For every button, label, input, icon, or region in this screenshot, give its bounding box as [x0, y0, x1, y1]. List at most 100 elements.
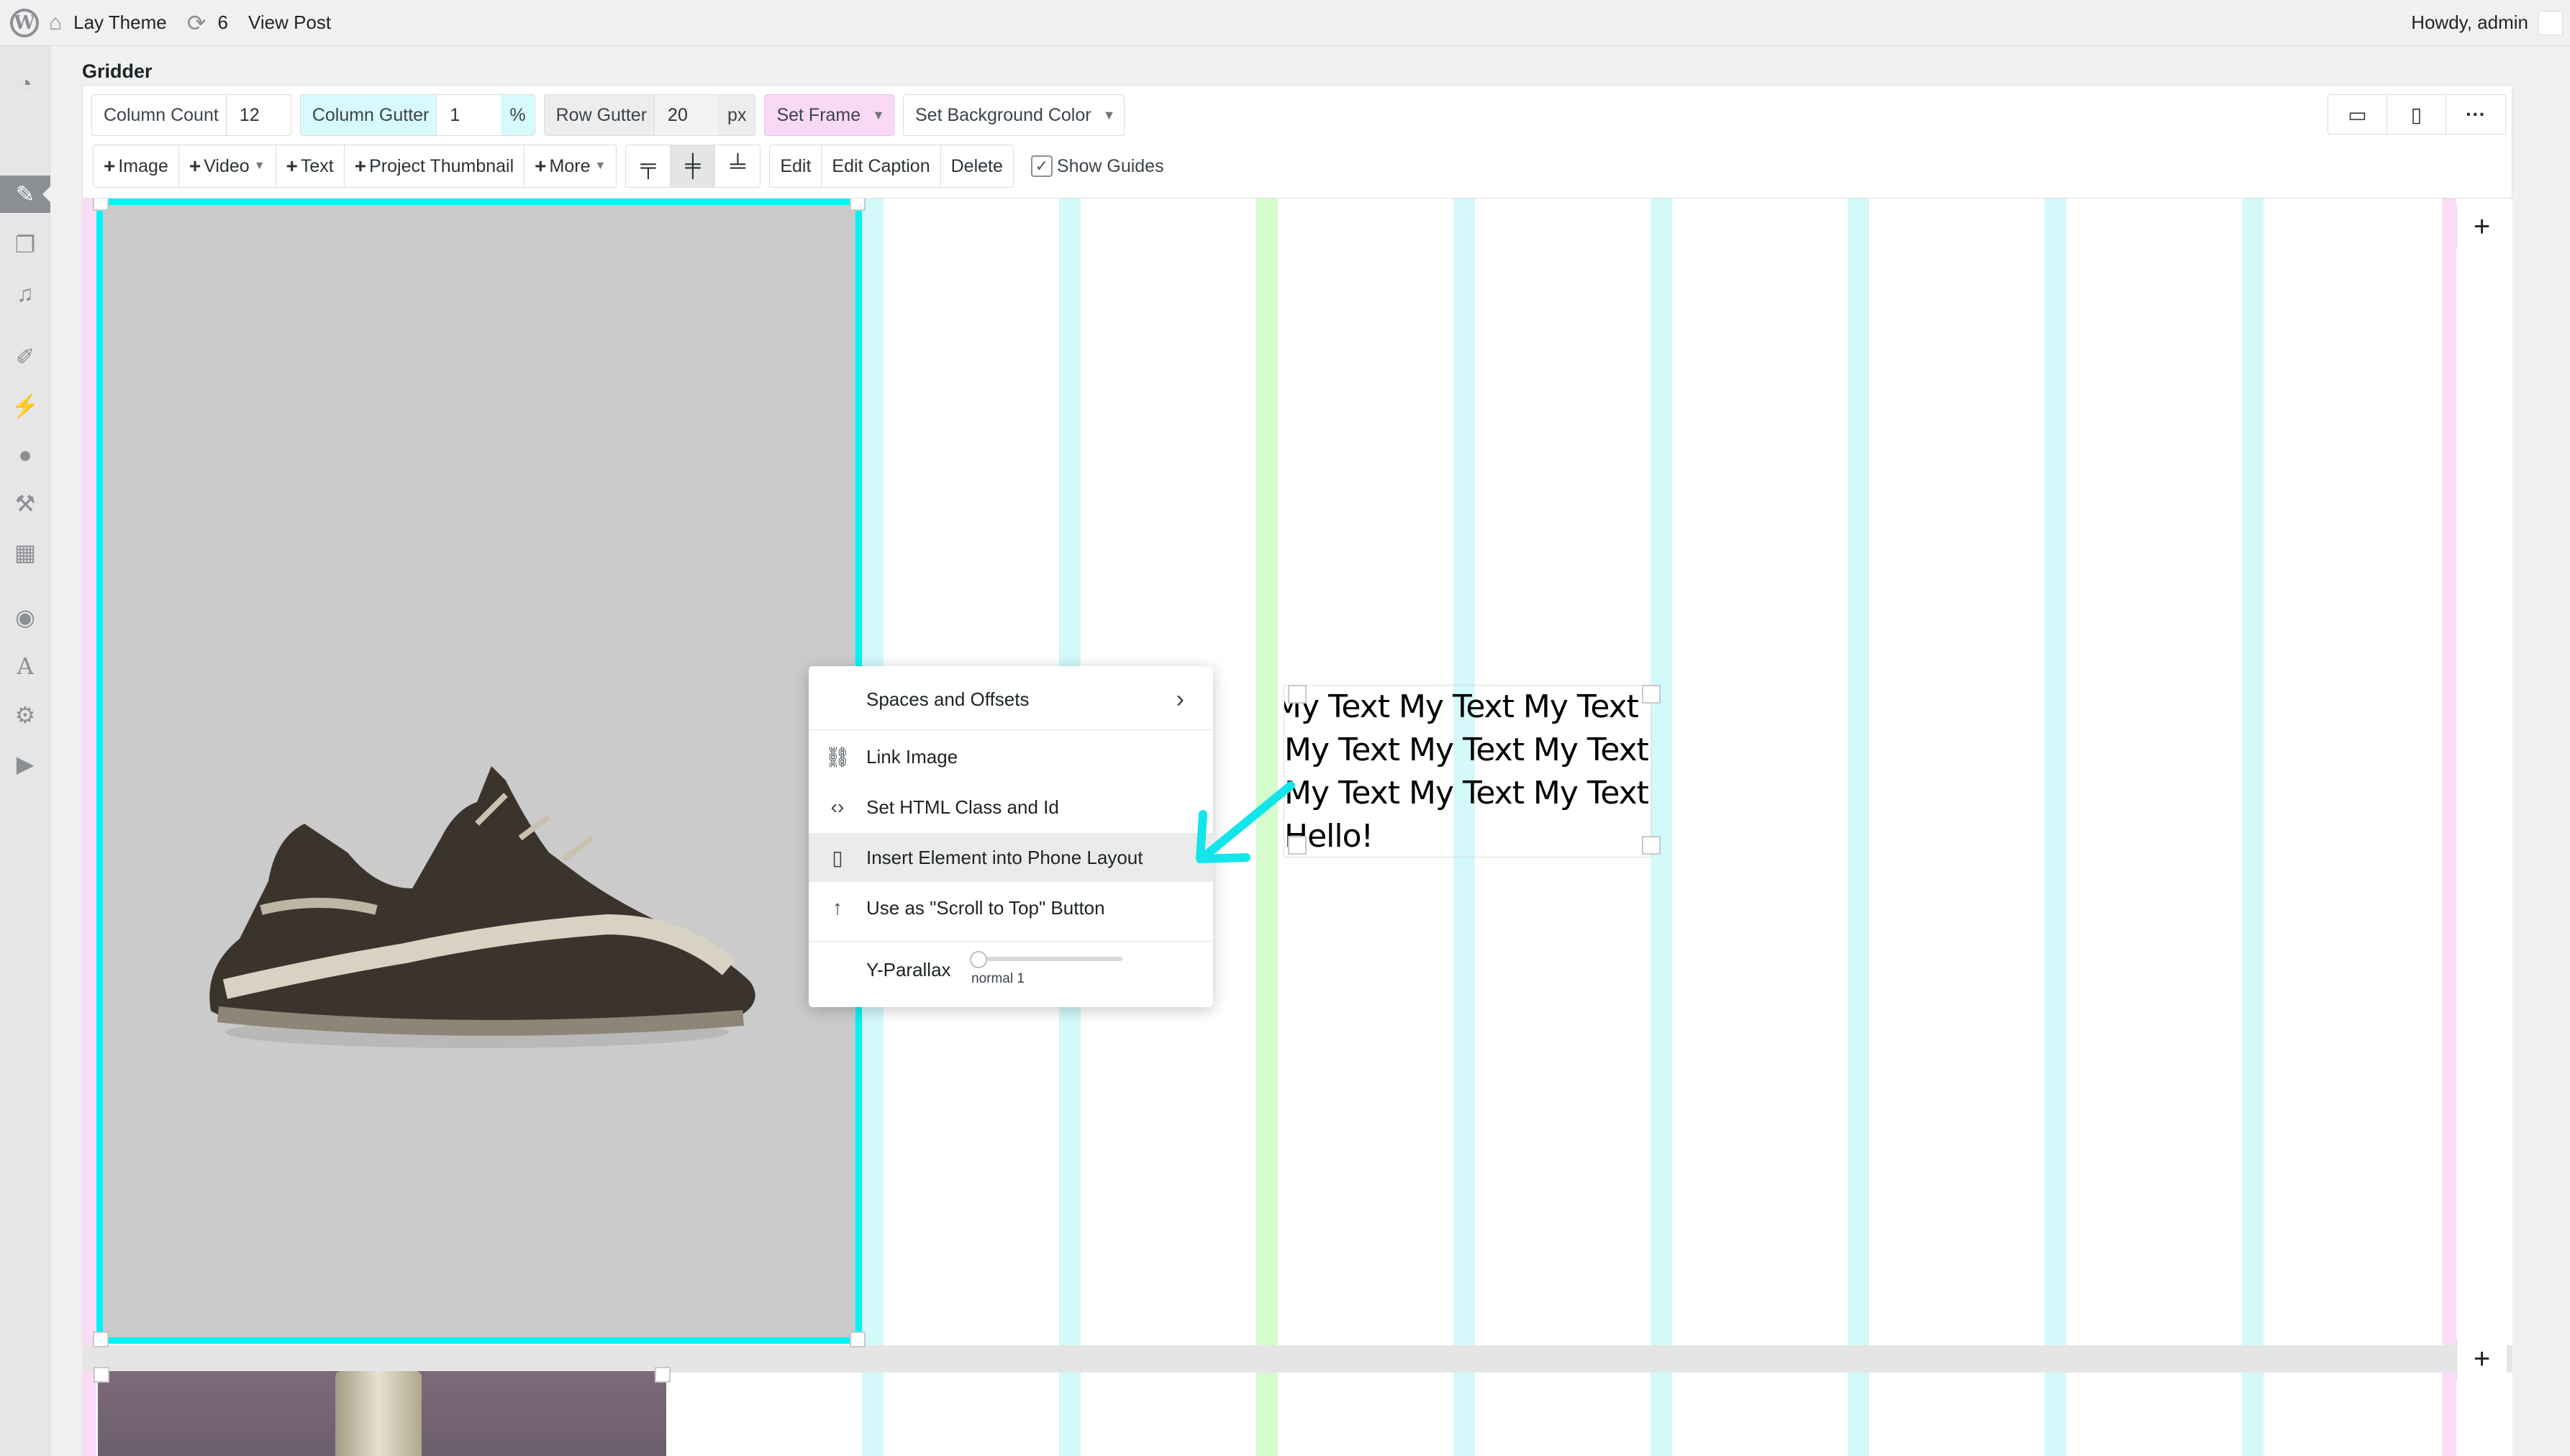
row-gutter-control: Row Gutter 20 px — [543, 94, 756, 136]
text-line: My Text My Text My Text — [1284, 732, 1649, 768]
delete-button[interactable]: Delete — [941, 145, 1013, 187]
row-gutter-input[interactable]: 20 — [654, 95, 719, 135]
plus-icon: + — [354, 155, 367, 177]
pages-icon[interactable]: ❐ — [0, 226, 50, 263]
column-count-control: Column Count 12 — [91, 94, 291, 136]
resize-handle[interactable] — [850, 199, 866, 211]
desktop-monitor-icon[interactable]: ▭ — [2328, 95, 2387, 134]
media-icon[interactable]: ♫ — [0, 275, 50, 312]
context-menu: Spaces and Offsets › ⛓ Link Image ‹› Set… — [809, 666, 1213, 1007]
align-bottom-icon[interactable]: ╧ — [715, 145, 760, 187]
second-row-image[interactable] — [94, 1367, 671, 1456]
y-parallax-value: normal 1 — [971, 971, 1025, 986]
home-icon: ⌂ — [49, 10, 63, 35]
resize-handle[interactable] — [93, 199, 109, 211]
resize-handle[interactable] — [1642, 836, 1661, 855]
settings-grid-icon[interactable]: ▦ — [0, 534, 50, 571]
guide-left-margin — [82, 199, 96, 1456]
column-gutter-input[interactable]: 1 — [436, 95, 501, 135]
more-options-icon[interactable]: ··· — [2446, 95, 2505, 134]
caret-down-icon: ▼ — [594, 160, 607, 172]
show-guides-label: Show Guides — [1056, 155, 1164, 176]
row-gutter-label: Row Gutter — [555, 104, 648, 125]
add-image-button[interactable]: + Image — [94, 145, 179, 187]
gear-icon[interactable]: ⚙ — [0, 696, 50, 734]
appearance-brush-icon[interactable]: ✐ — [0, 338, 50, 376]
caret-down-icon: ▼ — [253, 160, 265, 172]
menu-item-link-image[interactable]: ⛓ Link Image — [809, 732, 1213, 781]
menu-divider — [809, 941, 1213, 942]
row-gutter-unit: px — [727, 104, 747, 125]
menu-item-scroll-to-top[interactable]: ↑ Use as "Scroll to Top" Button — [809, 883, 1213, 932]
align-top-icon[interactable]: ╤ — [626, 145, 671, 187]
resize-handle[interactable] — [1642, 685, 1661, 704]
column-gutter-label: Column Gutter — [312, 104, 430, 125]
text-line: My Text My Text My Text — [1284, 688, 1639, 725]
resize-handle[interactable] — [655, 1367, 671, 1383]
add-image-label: Image — [118, 155, 168, 176]
edit-button[interactable]: Edit — [770, 145, 822, 187]
menu-item-label: Spaces and Offsets — [866, 688, 1030, 710]
guide-right-margin — [2442, 199, 2456, 1456]
view-post-link[interactable]: View Post — [238, 0, 341, 46]
tools-wrench-icon[interactable]: ⚒ — [0, 485, 50, 522]
menu-item-label: Insert Element into Phone Layout — [866, 846, 1143, 868]
y-parallax-slider-handle[interactable] — [970, 951, 987, 968]
resize-handle[interactable] — [850, 1332, 866, 1347]
text-line: My Text My Text My Text — [1284, 775, 1649, 811]
row-separator — [82, 1345, 2512, 1373]
site-name-link[interactable]: ⌂ Lay Theme — [39, 0, 177, 46]
add-more-button[interactable]: + More ▼ — [525, 145, 616, 187]
menu-item-label: Set HTML Class and Id — [866, 796, 1059, 818]
fonts-a-icon[interactable]: A — [0, 647, 50, 685]
selected-image-element[interactable] — [93, 199, 866, 1347]
eye-icon[interactable]: ◉ — [0, 599, 50, 636]
plus-icon: + — [286, 155, 298, 177]
set-background-color-label: Set Background Color — [914, 104, 1091, 125]
resize-handle[interactable] — [93, 1332, 109, 1347]
show-guides-toggle[interactable]: ✓ Show Guides — [1030, 155, 1164, 177]
dashboard-icon[interactable]: ◔ — [0, 65, 50, 102]
users-icon[interactable]: ● — [0, 436, 50, 473]
site-name: Lay Theme — [73, 12, 167, 33]
guide-column — [2242, 199, 2263, 1456]
menu-item-insert-phone-layout[interactable]: ▯ Insert Element into Phone Layout — [809, 833, 1213, 882]
menu-item-html-class-id[interactable]: ‹› Set HTML Class and Id — [809, 783, 1213, 832]
add-more-label: More — [549, 155, 591, 176]
plugins-icon[interactable]: ⚡ — [0, 387, 50, 424]
add-project-thumbnail-button[interactable]: + Project Thumbnail — [345, 145, 525, 187]
menu-item-label: Use as "Scroll to Top" Button — [866, 896, 1105, 919]
page-title: Gridder — [82, 60, 153, 82]
vertical-align-group: ╤ ╪ ╧ — [625, 145, 761, 188]
column-count-label: Column Count — [104, 104, 219, 125]
howdy-user-menu[interactable]: Howdy, admin — [2411, 12, 2528, 34]
admin-sidebar: ◔ ✎ ❐ ♫ ✐ ⚡ ● ⚒ ▦ ◉ A ⚙ ▶ — [0, 46, 51, 1456]
guide-column — [1848, 199, 1869, 1456]
align-middle-icon[interactable]: ╪ — [671, 145, 716, 187]
phone-icon[interactable]: ▯ — [2387, 95, 2446, 134]
resize-handle[interactable] — [94, 1367, 109, 1383]
updates-link[interactable]: ⟳ 6 — [177, 0, 238, 46]
add-row-button[interactable]: + — [2456, 206, 2507, 247]
play-icon[interactable]: ▶ — [0, 745, 50, 783]
add-row-button[interactable]: + — [2456, 1338, 2507, 1380]
y-parallax-slider-track[interactable] — [971, 957, 1122, 961]
menu-item-label: Link Image — [866, 745, 958, 768]
edit-caption-button[interactable]: Edit Caption — [822, 145, 941, 187]
menu-divider — [809, 729, 1213, 730]
resize-handle[interactable] — [1288, 685, 1307, 704]
text-element[interactable]: My Text My Text My Text My Text My Text … — [1284, 685, 1652, 857]
column-count-input[interactable]: 12 — [225, 95, 291, 135]
wordpress-logo-icon[interactable]: W — [10, 8, 39, 37]
admin-bar: W ⌂ Lay Theme ⟳ 6 View Post Howdy, admin — [0, 0, 2570, 46]
avatar[interactable] — [2538, 10, 2563, 35]
gridder-toolbar: Column Count 12 Column Gutter 1 % Row Gu… — [82, 85, 2512, 199]
add-text-button[interactable]: + Text — [276, 145, 345, 187]
set-background-color-dropdown[interactable]: Set Background Color ▼ — [902, 94, 1125, 136]
add-video-button[interactable]: + Video ▼ — [179, 145, 276, 187]
set-frame-dropdown[interactable]: Set Frame ▼ — [764, 94, 894, 136]
menu-item-spaces-offsets[interactable]: Spaces and Offsets › — [809, 675, 1213, 724]
show-guides-checkbox[interactable]: ✓ — [1030, 155, 1053, 177]
column-gutter-unit: % — [509, 104, 526, 125]
posts-pin-icon[interactable]: ✎ — [0, 176, 51, 213]
